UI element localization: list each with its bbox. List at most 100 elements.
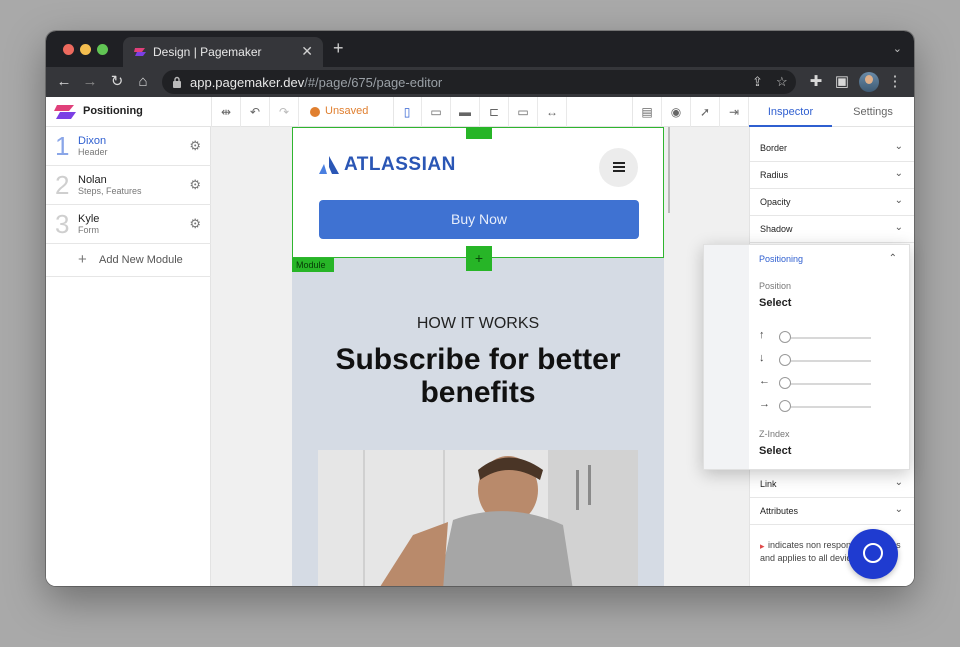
maximize-window-button[interactable] — [97, 44, 108, 55]
module-type: Form — [78, 225, 99, 235]
reload-icon[interactable]: ↻ — [108, 73, 126, 91]
add-section-below-icon[interactable]: + — [466, 246, 492, 271]
page-preview: ATLASSIAN Buy Now + Module HOW IT WORKS … — [292, 127, 664, 586]
offset-bottom-slider[interactable]: ↓ — [759, 352, 874, 368]
slider-knob[interactable] — [779, 377, 791, 389]
zindex-select[interactable]: Select — [759, 445, 791, 457]
canvas-scrollbar[interactable] — [668, 127, 670, 213]
redo-icon[interactable]: ↷ — [270, 97, 299, 127]
chevron-down-icon: ⌄ — [894, 222, 903, 233]
tab-inspector[interactable]: Inspector — [749, 97, 832, 127]
save-icon[interactable]: ▤ — [633, 97, 662, 127]
unsaved-status-dot — [310, 107, 320, 117]
slider-track[interactable] — [779, 337, 871, 339]
section-opacity[interactable]: Opacity ⌄ — [750, 189, 914, 216]
module-item[interactable]: 2 Nolan Steps, Features ⚙ — [46, 166, 211, 205]
minimize-window-button[interactable] — [80, 44, 91, 55]
back-arrow-icon[interactable]: ← — [55, 73, 73, 91]
tab-settings[interactable]: Settings — [832, 97, 914, 127]
selected-header-module[interactable]: ATLASSIAN Buy Now — [292, 127, 664, 258]
add-module-label: Add New Module — [99, 254, 183, 266]
arrow-down-icon: ↓ — [759, 352, 765, 364]
home-icon[interactable]: ⌂ — [134, 73, 152, 91]
offset-top-slider[interactable]: ↑ — [759, 329, 874, 345]
module-name: Kyle — [78, 213, 100, 225]
section-attributes[interactable]: Attributes ⌄ — [750, 498, 914, 525]
laptop-view-icon[interactable]: ⊏ — [480, 97, 509, 127]
slider-knob[interactable] — [779, 400, 791, 412]
plus-icon: + — [78, 251, 87, 268]
positioning-title[interactable]: Positioning — [759, 254, 803, 264]
section-eyebrow: HOW IT WORKS — [416, 315, 540, 332]
add-module-button[interactable]: + Add New Module — [46, 244, 211, 277]
tab-close-icon[interactable]: ✕ — [301, 43, 313, 60]
module-item[interactable]: 3 Kyle Form ⚙ — [46, 205, 211, 244]
help-chat-icon[interactable] — [848, 529, 898, 579]
tablet-landscape-view-icon[interactable]: ▬ — [451, 97, 480, 127]
extensions-icon[interactable]: ✚ — [807, 73, 825, 91]
section-shadow[interactable]: Shadow ⌄ — [750, 216, 914, 243]
gear-icon[interactable]: ⚙ — [189, 217, 201, 231]
tab-search-chevron-icon[interactable]: ⌄ — [893, 42, 902, 55]
slider-track[interactable] — [779, 360, 871, 362]
profile-avatar[interactable] — [859, 72, 879, 92]
pagemaker-logo-icon — [54, 105, 76, 119]
move-handle-icon[interactable]: ⇹ — [212, 97, 241, 127]
hamburger-menu-icon[interactable] — [599, 148, 638, 187]
man-in-kitchen-image — [318, 450, 638, 586]
forward-arrow-icon[interactable]: → — [81, 73, 99, 91]
publish-rocket-icon[interactable]: ➚ — [691, 97, 720, 127]
lock-icon — [173, 76, 181, 88]
arrow-left-icon: ← — [759, 375, 770, 387]
module-number: 2 — [55, 170, 70, 200]
editor-toolbar: Positioning ⇹ ↶ ↷ Unsaved ▯ ▭ ▬ ⊏ ▭ ↔ ▤ … — [46, 97, 914, 127]
module-number: 3 — [55, 209, 70, 239]
add-section-above-icon[interactable] — [466, 127, 492, 139]
offset-left-slider[interactable]: ← — [759, 375, 874, 391]
undo-icon[interactable]: ↶ — [241, 97, 270, 127]
more-menu-icon[interactable]: ⋮ — [886, 73, 904, 91]
tab-strip: Design | Pagemaker ✕ + ⌄ — [46, 31, 914, 67]
preview-eye-icon[interactable]: ◉ — [662, 97, 691, 127]
hero-photo — [318, 450, 638, 586]
navigation-bar: ← → ↻ ⌂ app.pagemaker.dev/#/page/675/pag… — [46, 67, 914, 97]
browser-tab[interactable]: Design | Pagemaker ✕ — [123, 37, 323, 67]
pagemaker-favicon-icon — [134, 48, 146, 56]
close-window-button[interactable] — [63, 44, 74, 55]
slider-knob[interactable] — [779, 354, 791, 366]
zindex-label: Z-Index — [759, 429, 790, 439]
popover-rail — [704, 245, 749, 469]
chevron-down-icon: ⌄ — [894, 195, 903, 206]
section-label: Border — [760, 143, 788, 153]
full-width-icon[interactable]: ↔ — [538, 97, 567, 127]
chevron-down-icon: ⌄ — [894, 504, 903, 515]
buy-now-button[interactable]: Buy Now — [319, 200, 639, 239]
chevron-up-icon[interactable]: ⌃ — [889, 253, 897, 264]
slider-track[interactable] — [779, 383, 871, 385]
tab-title: Design | Pagemaker — [153, 45, 262, 59]
offset-right-slider[interactable]: → — [759, 398, 874, 414]
gear-icon[interactable]: ⚙ — [189, 139, 201, 153]
section-border[interactable]: Border ⌄ — [750, 135, 914, 162]
new-tab-icon[interactable]: + — [333, 39, 344, 57]
section-radius[interactable]: Radius ⌄ — [750, 162, 914, 189]
unsaved-status: Unsaved — [325, 105, 369, 117]
exit-icon[interactable]: ⇥ — [720, 97, 749, 127]
brand-name: ATLASSIAN — [344, 154, 456, 175]
slider-knob[interactable] — [779, 331, 791, 343]
share-icon[interactable]: ⇪ — [752, 74, 763, 90]
section-label: Radius — [760, 170, 789, 180]
module-item[interactable]: 1 Dixon Header ⚙ — [46, 127, 211, 166]
position-select[interactable]: Select — [759, 297, 791, 309]
slider-track[interactable] — [779, 406, 871, 408]
address-bar[interactable]: app.pagemaker.dev/#/page/675/page-editor… — [162, 70, 796, 94]
section-link[interactable]: Link ⌄ — [750, 471, 914, 498]
gear-icon[interactable]: ⚙ — [189, 178, 201, 192]
desktop-view-icon[interactable]: ▭ — [509, 97, 538, 127]
tablet-view-icon[interactable]: ▭ — [422, 97, 451, 127]
bookmark-star-icon[interactable]: ☆ — [776, 74, 788, 90]
module-type: Steps, Features — [78, 186, 142, 196]
module-name: Dixon — [78, 135, 107, 147]
sidepanel-icon[interactable]: ▣ — [833, 73, 851, 91]
mobile-view-icon[interactable]: ▯ — [393, 97, 422, 127]
